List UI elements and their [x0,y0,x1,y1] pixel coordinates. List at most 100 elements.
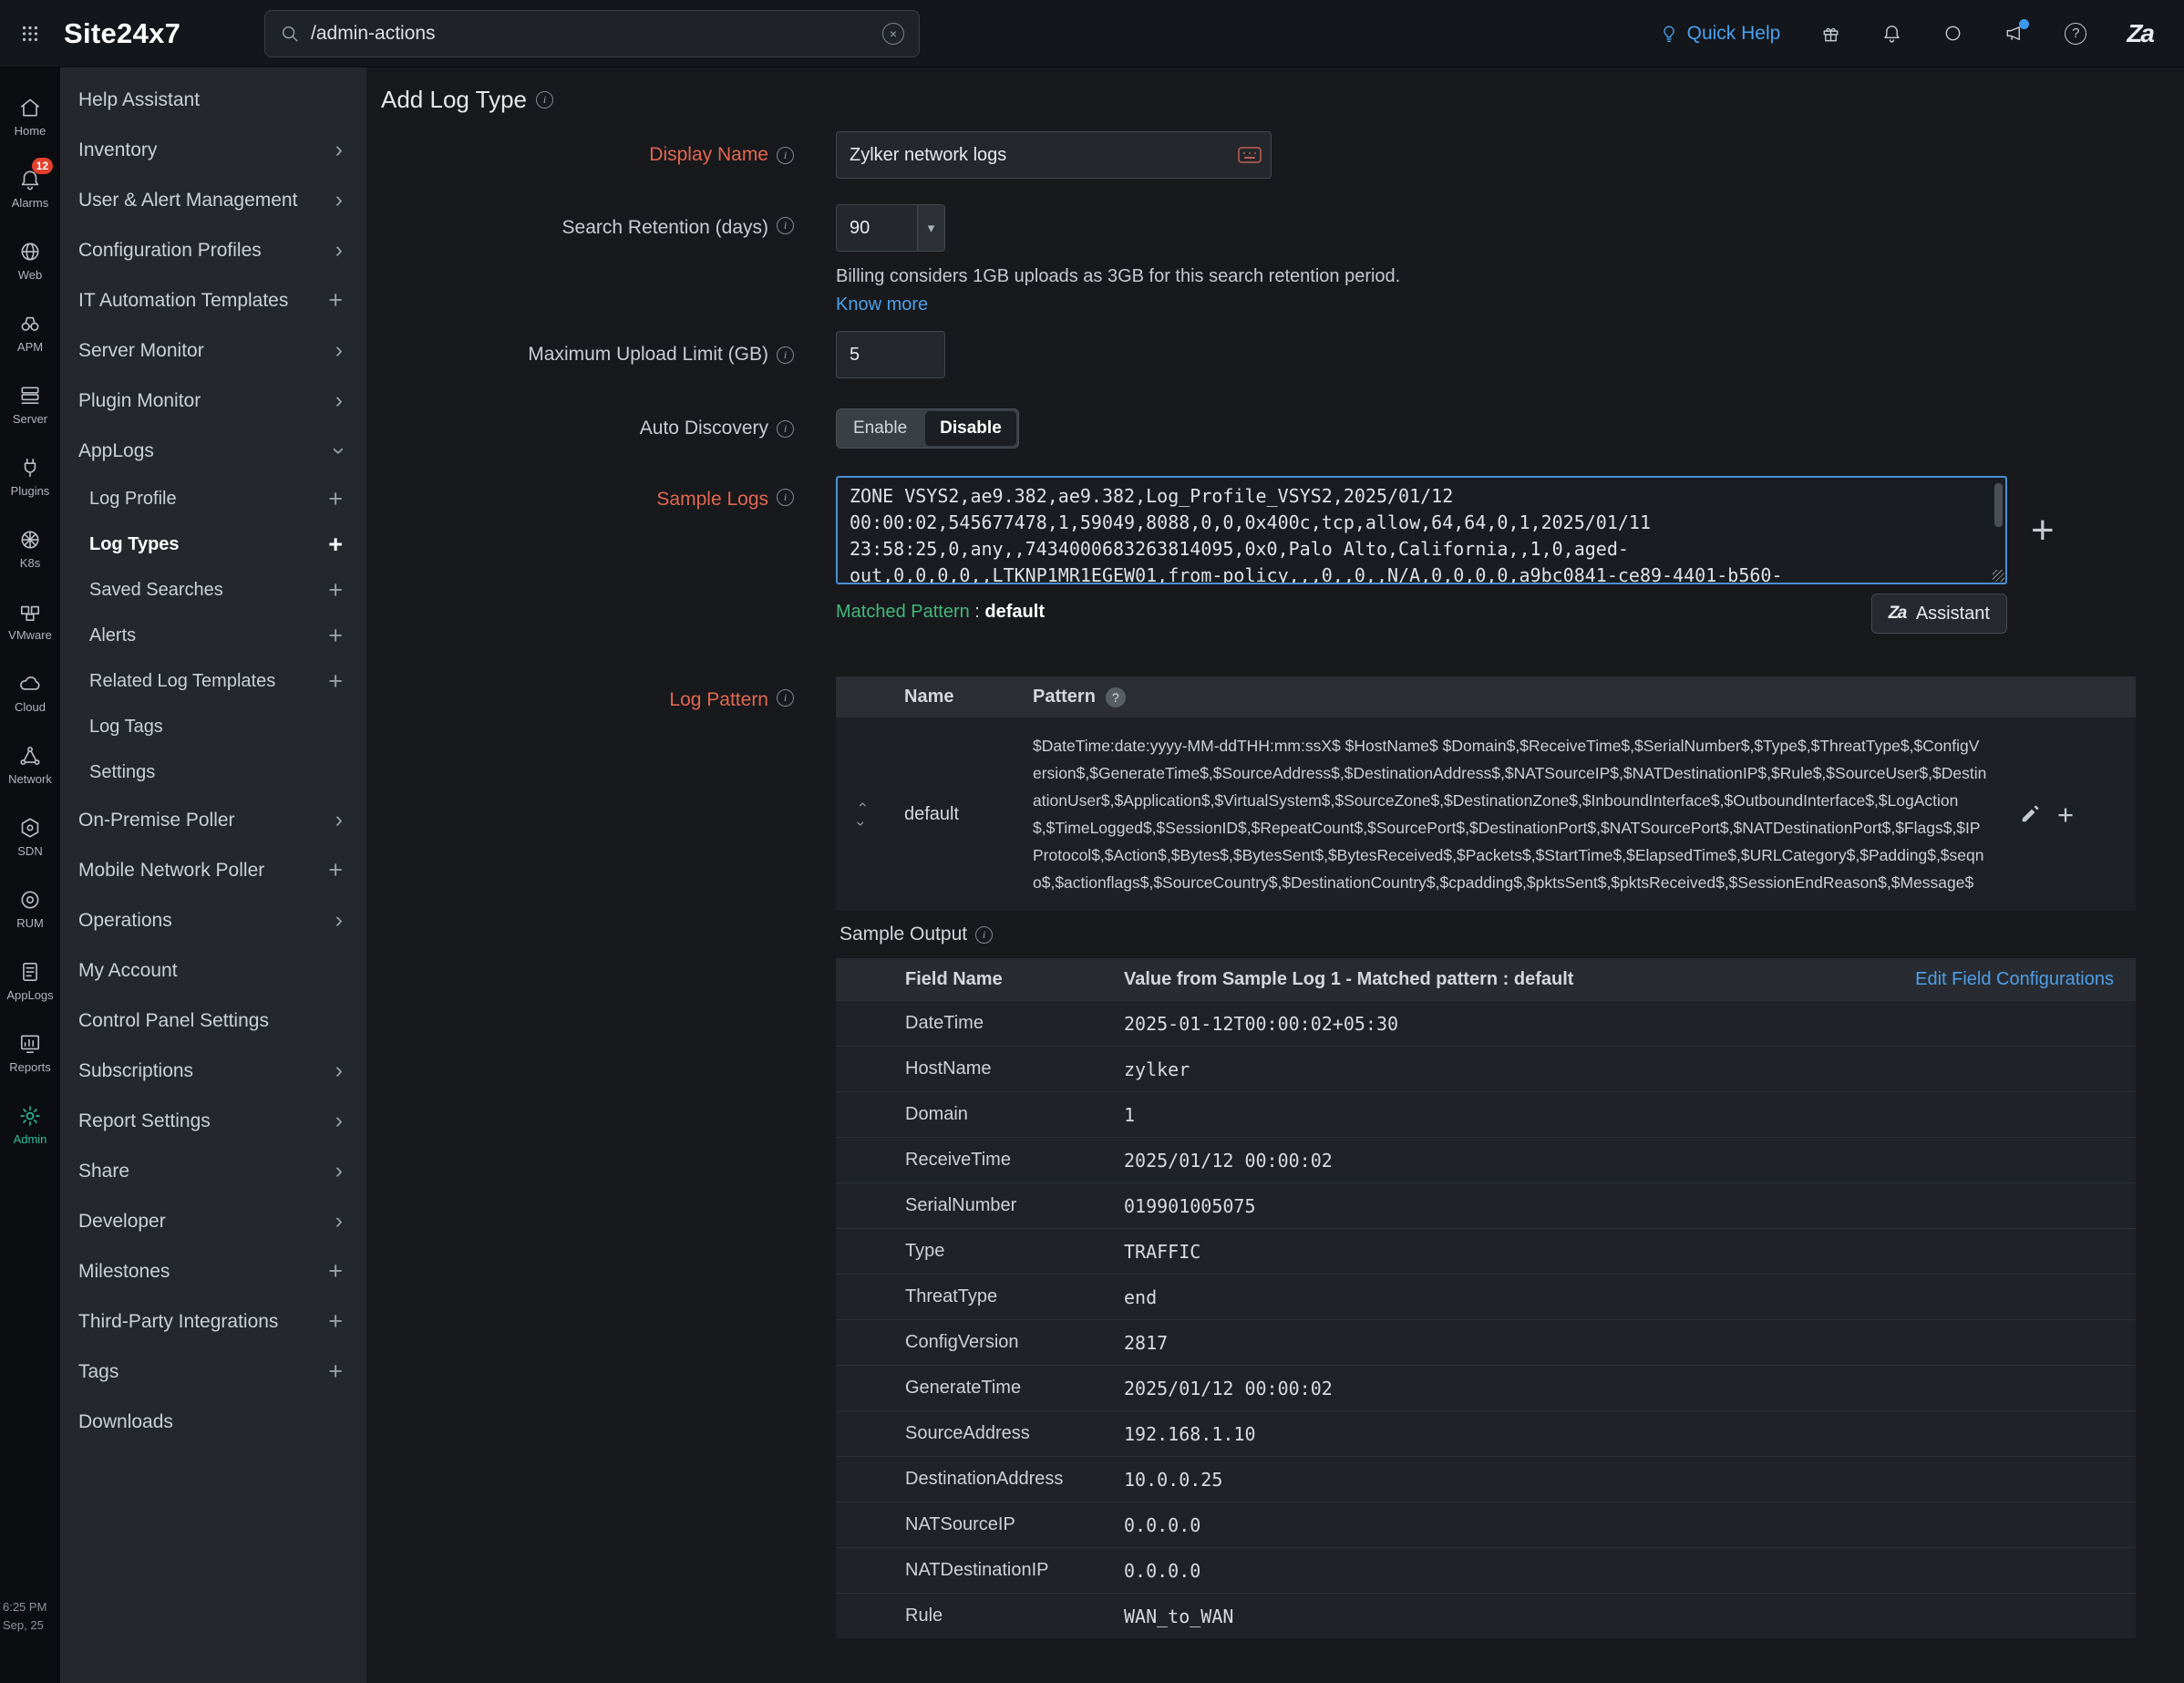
sidebar-item[interactable]: Downloads [60,1397,366,1447]
move-up-icon[interactable]: › [853,802,869,808]
rail-item-admin[interactable]: Admin [0,1089,60,1161]
info-icon[interactable]: i [777,217,794,234]
sidebar-subitem[interactable]: Related Log Templates [60,658,366,704]
sidebar-subitem[interactable]: Saved Searches [60,567,366,613]
info-icon[interactable]: i [536,91,553,108]
rail-item-web[interactable]: Web [0,224,60,296]
sidebar-item[interactable]: Help Assistant [60,75,366,125]
sidebar-subitem-label: Log Profile [89,489,328,510]
rail-item-plugins[interactable]: Plugins [0,440,60,512]
textarea-scrollbar[interactable] [1994,483,2003,527]
rail-item-applogs[interactable]: AppLogs [0,945,60,1017]
sample-logs-textarea[interactable]: ZONE VSYS2,ae9.382,ae9.382,Log_Profile_V… [836,476,2007,584]
rail-item-network[interactable]: Network [0,728,60,800]
info-icon[interactable]: i [975,926,993,944]
rail-item-k8s[interactable]: K8s [0,512,60,584]
disable-button[interactable]: Disable [925,411,1016,446]
rail-item-home[interactable]: Home [0,80,60,152]
field-name-cell: NATSourceIP [836,1514,1124,1535]
sidebar-item-label: Downloads [78,1411,343,1433]
sidebar-item[interactable]: My Account [60,945,366,996]
move-down-icon[interactable]: › [853,821,869,827]
info-icon[interactable]: i [777,346,794,364]
site24x7-logo[interactable]: Site24x7 [64,17,180,50]
sidebar-item[interactable]: Server Monitor [60,325,366,376]
sidebar-subitem[interactable]: Alerts [60,613,366,658]
sidebar-item[interactable]: Tags [60,1347,366,1397]
network-nodes-icon [18,744,42,768]
notification-dot [2019,19,2029,29]
field-name-column-header: Field Name [836,969,1124,990]
sidebar-item[interactable]: Control Panel Settings [60,996,366,1046]
page-header: Add Log Type i [366,67,2184,131]
sidebar-bottom-group: On-Premise Poller Mobile Network Poller … [60,795,366,1447]
sample-logs-row: Sample Logs i ZONE VSYS2,ae9.382,ae9.382… [366,476,2184,634]
sidebar-item[interactable]: Mobile Network Poller [60,845,366,895]
apps-grid-icon[interactable] [0,24,60,44]
rail-item-sdn[interactable]: SDN [0,800,60,872]
sidebar-item[interactable]: Subscriptions [60,1046,366,1096]
sidebar-subitem[interactable]: Log Profile [60,476,366,521]
add-pattern-icon[interactable]: + [2057,800,2074,829]
sidebar-item[interactable]: Plugin Monitor [60,376,366,426]
quick-help-button[interactable]: Quick Help [1659,23,1781,45]
add-sample-log-button[interactable]: + [2031,511,2055,551]
gift-icon[interactable] [1820,23,1841,44]
sidebar-item[interactable]: On-Premise Poller [60,795,366,845]
server-stack-icon [18,384,42,408]
sidebar-subitem[interactable]: Settings [60,749,366,795]
enable-button[interactable]: Enable [837,409,923,448]
edit-pattern-icon[interactable] [2020,804,2040,824]
sidebar-item[interactable]: Operations [60,895,366,945]
sidebar-item[interactable]: Developer [60,1196,366,1246]
info-icon[interactable]: i [777,689,794,707]
sidebar-item[interactable]: Inventory [60,125,366,175]
input-assist-icon[interactable] [1237,144,1262,166]
pattern-help-icon[interactable]: ? [1106,687,1126,707]
notifications-bell-icon[interactable] [1881,23,1902,44]
announcements-megaphone-icon[interactable] [2004,23,2024,44]
rail-item-server[interactable]: Server [0,368,60,440]
clear-search-icon[interactable]: × [882,23,904,45]
assistant-button[interactable]: Za Assistant [1871,594,2007,634]
sidebar-item-affix-icon [328,1259,343,1284]
sidebar-item[interactable]: Third-Party Integrations [60,1296,366,1347]
sidebar-item[interactable]: User & Alert Management [60,175,366,225]
rail-item-vmware[interactable]: VMware [0,584,60,656]
sidebar-item[interactable]: Milestones [60,1246,366,1296]
sidebar-item[interactable]: AppLogs [60,426,366,476]
user-avatar-signature[interactable]: Za [2127,19,2153,48]
max-upload-input[interactable] [836,331,945,378]
info-icon[interactable]: i [777,489,794,506]
sidebar-item[interactable]: Share [60,1146,366,1196]
info-icon[interactable]: i [777,420,794,438]
display-name-input[interactable] [836,131,1272,179]
sidebar-subitem-affix-icon [328,487,343,511]
sidebar-item-label: Operations [78,910,335,932]
rail-item-apm[interactable]: APM [0,296,60,368]
quick-help-label: Quick Help [1687,23,1781,45]
sidebar-item[interactable]: IT Automation Templates [60,275,366,325]
rail-item-alarms[interactable]: 12 Alarms [0,152,60,224]
sample-output-table-header: Field Name Value from Sample Log 1 - Mat… [836,958,2136,1000]
sidebar-item[interactable]: Report Settings [60,1096,366,1146]
sidebar-subitem-affix-icon [328,532,343,557]
rail-item-rum[interactable]: RUM [0,872,60,945]
alarm-count-badge: 12 [32,158,53,174]
sidebar-subitem[interactable]: Log Tags [60,704,366,749]
status-circle-icon[interactable] [1942,23,1963,44]
know-more-link[interactable]: Know more [836,294,928,315]
global-search[interactable]: × [264,10,920,57]
info-icon[interactable]: i [777,147,794,164]
sidebar-item-label: Control Panel Settings [78,1010,343,1032]
rail-item-reports[interactable]: Reports [0,1017,60,1089]
resize-handle[interactable] [1993,570,2004,582]
search-retention-select[interactable]: 90 ▾ [836,204,945,252]
rail-item-cloud[interactable]: Cloud [0,656,60,728]
edit-field-configurations-link[interactable]: Edit Field Configurations [1915,969,2136,990]
sample-output-row: Domain 1 [836,1091,2136,1137]
help-question-icon[interactable]: ? [2065,23,2086,45]
sidebar-subitem[interactable]: Log Types [60,521,366,567]
search-input[interactable] [311,23,871,45]
sidebar-item[interactable]: Configuration Profiles [60,225,366,275]
